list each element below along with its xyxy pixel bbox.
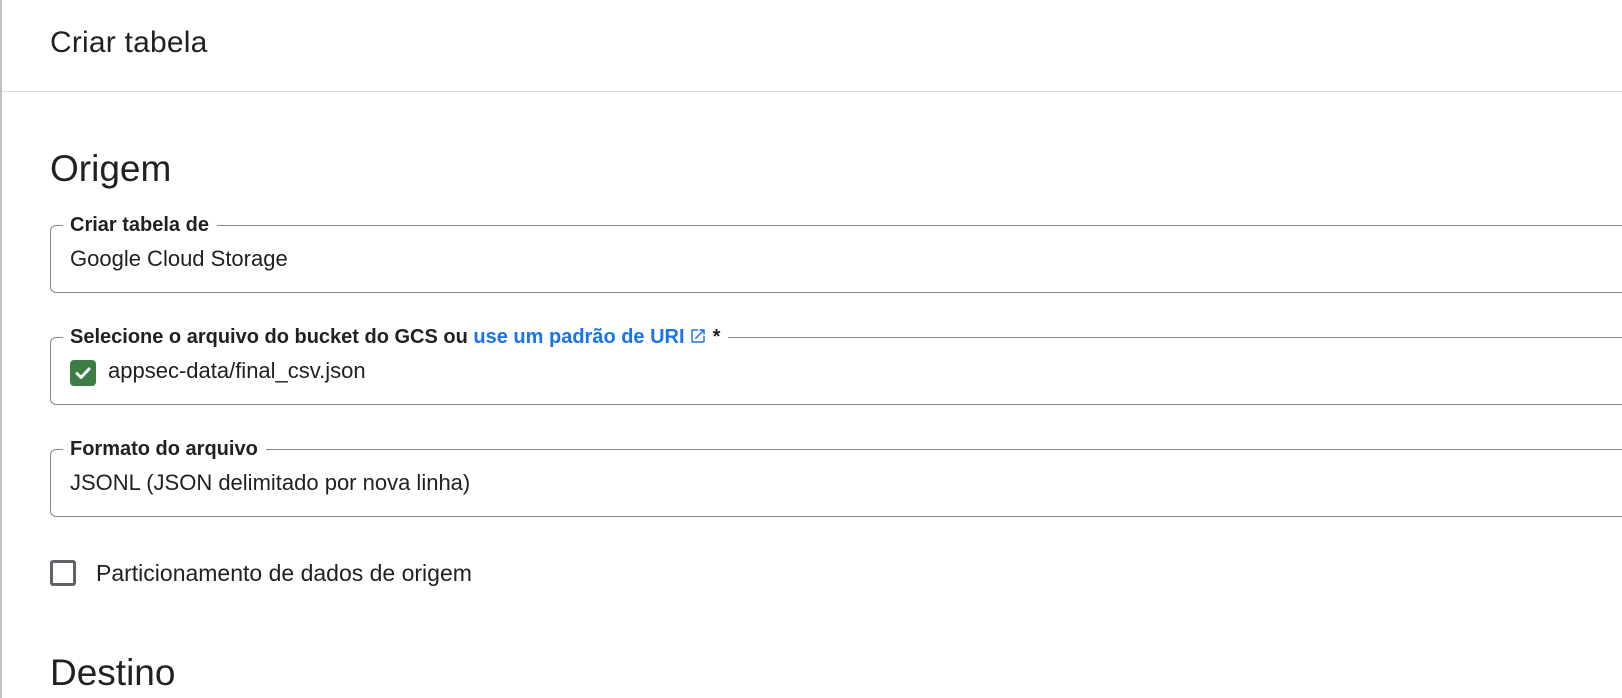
create-from-select[interactable]: Criar tabela de Google Cloud Storage: [50, 212, 1622, 293]
gcs-file-label: Selecione o arquivo do bucket do GCS ou …: [63, 324, 729, 350]
gcs-file-value: appsec-data/final_csv.json: [108, 358, 366, 383]
file-format-select[interactable]: Formato do arquivo JSONL (JSON delimitad…: [50, 436, 1622, 517]
destination-section-title: Destino: [50, 652, 176, 693]
partitioning-checkbox[interactable]: [50, 560, 76, 586]
panel-header: Criar tabela: [2, 0, 1622, 92]
partitioning-row: Particionamento de dados de origem: [50, 556, 472, 590]
required-marker: *: [712, 326, 721, 348]
gcs-file-label-prefix: Selecione o arquivo do bucket do GCS ou: [70, 326, 468, 348]
open-in-new-icon[interactable]: [689, 326, 707, 344]
file-format-value: JSONL (JSON delimitado por nova linha): [70, 470, 471, 495]
page-title: Criar tabela: [50, 26, 208, 59]
create-table-panel: Criar tabela Origem Criar tabela de Goog…: [0, 0, 1622, 698]
create-from-value: Google Cloud Storage: [70, 246, 288, 271]
source-section-title: Origem: [50, 148, 172, 189]
create-from-label: Criar tabela de: [63, 212, 217, 238]
uri-pattern-link[interactable]: use um padrão de URI: [473, 326, 684, 348]
check-box-icon: [70, 360, 96, 386]
partitioning-label[interactable]: Particionamento de dados de origem: [96, 560, 472, 587]
file-format-label: Formato do arquivo: [63, 436, 266, 462]
gcs-file-field[interactable]: Selecione o arquivo do bucket do GCS ou …: [50, 324, 1622, 405]
